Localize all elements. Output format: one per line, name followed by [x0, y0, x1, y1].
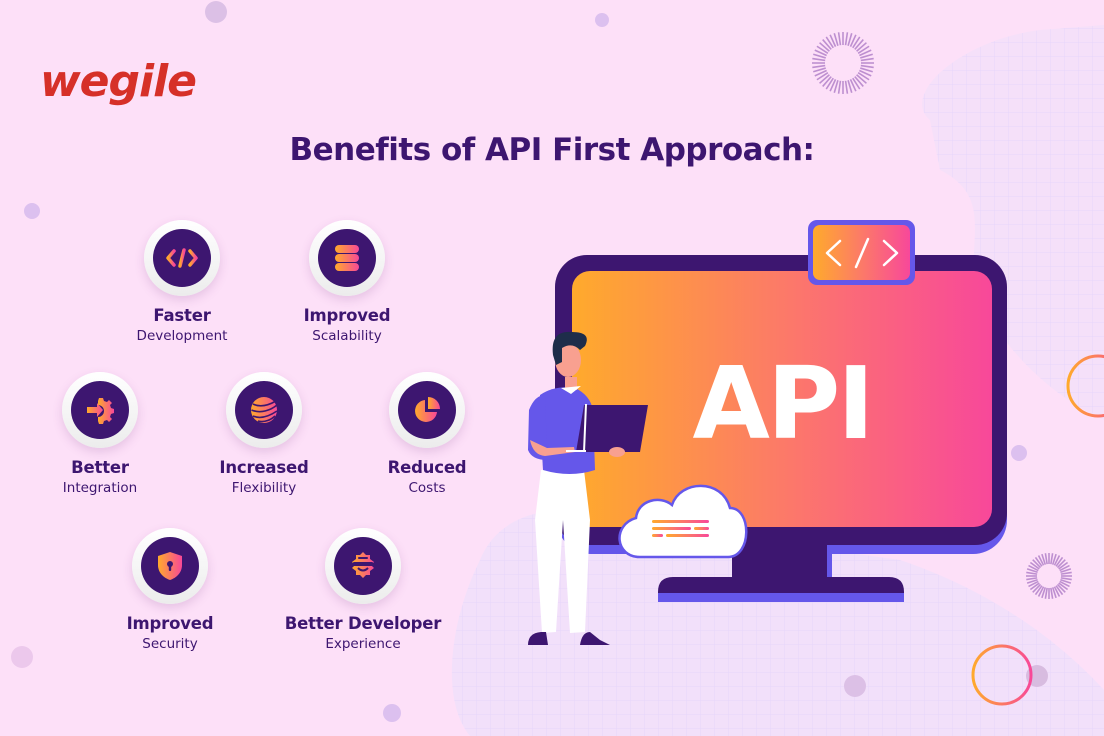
api-screen-text: API [693, 345, 872, 462]
code-tag-badge [808, 220, 915, 285]
api-illustration: API [528, 220, 1007, 645]
